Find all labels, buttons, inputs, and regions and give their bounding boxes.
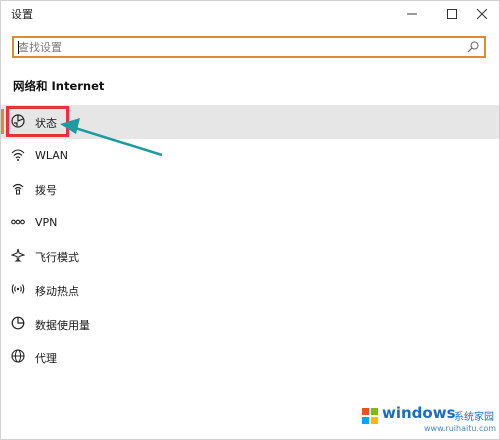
section-title: 网络和 Internet (13, 79, 105, 93)
search-icon[interactable] (467, 41, 479, 53)
sidebar-item-wlan[interactable]: WLAN (1, 139, 499, 173)
windows-logo-icon (362, 408, 378, 424)
sidebar-item-mobile-hotspot[interactable]: 移动热点 (1, 273, 499, 307)
hotspot-icon (11, 284, 25, 294)
highlight-box (6, 106, 69, 137)
window-title: 设置 (11, 8, 33, 21)
watermark-url: www.ruihaitu.com (424, 424, 497, 433)
globe-icon (11, 349, 25, 363)
title-bar: 设置 (1, 1, 499, 27)
minimize-button[interactable] (395, 1, 429, 27)
settings-window: 设置 网络和 Internet 状态 (0, 0, 500, 440)
watermark-brand: windows (382, 404, 456, 422)
dial-up-icon (12, 184, 24, 195)
sidebar-item-proxy[interactable]: 代理 (1, 340, 499, 374)
wifi-icon (11, 149, 25, 161)
data-usage-icon (11, 316, 25, 329)
sidebar-item-label: 移动热点 (35, 284, 79, 298)
close-button[interactable] (465, 1, 499, 27)
sidebar-item-label: WLAN (35, 148, 69, 162)
watermark: windows 系统家园 www.ruihaitu.com (362, 402, 498, 438)
search-box[interactable] (12, 36, 486, 58)
sidebar-item-label: 飞行模式 (35, 251, 79, 265)
maximize-button[interactable] (435, 1, 469, 27)
close-icon (477, 9, 487, 19)
vpn-icon (11, 219, 25, 225)
sidebar-item-label: VPN (35, 215, 58, 229)
sidebar-nav: 状态 WLAN 拨号 VPN 飞行模式 移动热点 数据使用量 代理 (1, 105, 499, 374)
sidebar-item-vpn[interactable]: VPN (1, 206, 499, 240)
sidebar-item-label: 代理 (35, 352, 57, 366)
sidebar-item-status[interactable]: 状态 (1, 105, 499, 139)
watermark-cn: 系统家园 (454, 412, 494, 423)
airplane-icon (11, 249, 25, 262)
sidebar-item-airplane-mode[interactable]: 飞行模式 (1, 239, 499, 273)
sidebar-item-label: 拨号 (35, 184, 57, 198)
sidebar-item-dial-up[interactable]: 拨号 (1, 172, 499, 206)
sidebar-item-data-usage[interactable]: 数据使用量 (1, 307, 499, 341)
minimize-icon (407, 13, 417, 15)
selection-indicator (1, 109, 4, 134)
maximize-icon (447, 9, 457, 19)
sidebar-item-label: 数据使用量 (35, 318, 90, 332)
search-input[interactable] (18, 39, 458, 55)
